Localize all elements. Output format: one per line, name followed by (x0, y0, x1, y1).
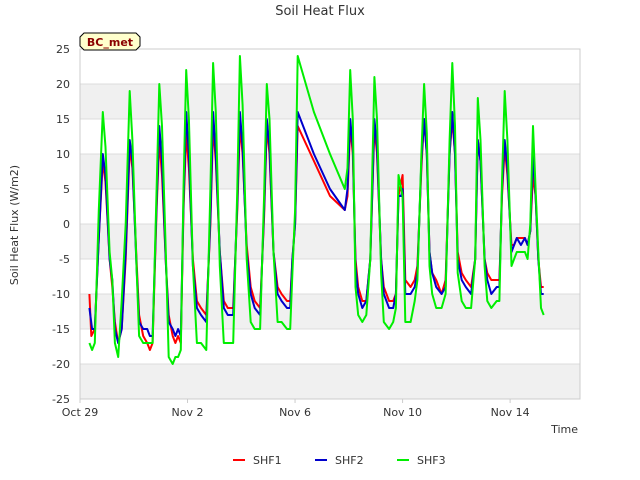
y-tick-label: -5 (59, 253, 70, 266)
y-tick-label: -15 (52, 323, 70, 336)
y-axis-label: Soil Heat Flux (W/m2) (8, 165, 21, 285)
x-tick-label: Nov 10 (383, 406, 422, 419)
site-badge: BC_met (79, 32, 141, 51)
y-tick-label: 10 (56, 148, 70, 161)
x-axis-ticks: Oct 29 Nov 2 Nov 6 Nov 10 Nov 14 (62, 399, 530, 419)
y-tick-label: -20 (52, 358, 70, 371)
x-axis-label: Time (550, 423, 578, 436)
y-axis-ticks: -25 -20 -15 -10 -5 0 5 10 15 20 25 (52, 43, 70, 406)
x-tick-label: Oct 29 (62, 406, 99, 419)
y-tick-label: -10 (52, 288, 70, 301)
background-band (80, 364, 580, 399)
y-tick-label: 20 (56, 78, 70, 91)
y-tick-label: -25 (52, 393, 70, 406)
x-tick-label: Nov 14 (491, 406, 530, 419)
y-tick-label: 15 (56, 113, 70, 126)
site-badge-label: BC_met (87, 36, 133, 49)
x-tick-label: Nov 6 (279, 406, 311, 419)
y-tick-label: 0 (63, 218, 70, 231)
background-band (80, 294, 580, 329)
legend-label-shf2: SHF2 (335, 454, 364, 467)
soil-heat-flux-chart: -25 -20 -15 -10 -5 0 5 10 15 20 25 Oct 29 Nov 2 Nov … (8, 4, 581, 467)
y-tick-label: 25 (56, 43, 70, 56)
x-tick-label: Nov 2 (172, 406, 204, 419)
y-tick-label: 5 (63, 183, 70, 196)
legend-label-shf1: SHF1 (253, 454, 282, 467)
chart-title: Soil Heat Flux (275, 4, 365, 19)
legend-label-shf3: SHF3 (417, 454, 446, 467)
legend: SHF1 SHF2 SHF3 (233, 454, 446, 467)
